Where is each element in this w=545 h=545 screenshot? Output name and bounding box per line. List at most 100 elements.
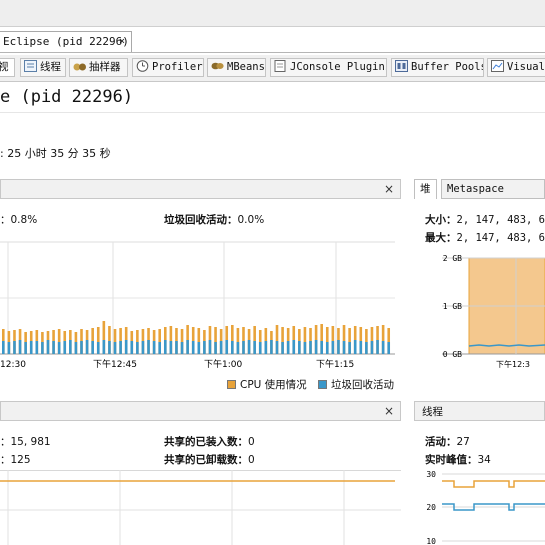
heap-max-label: 最大： — [425, 232, 457, 244]
gc-bar — [331, 341, 335, 354]
threads-live-label: 活动： — [425, 436, 457, 448]
tab-threads-label: 线程 — [40, 61, 61, 73]
tab-mbeans-label: MBeans — [227, 61, 265, 73]
window-top-strip — [0, 0, 545, 27]
gc-bar — [108, 341, 111, 354]
gc-bar — [314, 340, 318, 354]
gc-bar — [381, 341, 385, 354]
gc-bar — [325, 342, 329, 354]
threads-panel-header: 线程 — [414, 401, 545, 421]
gc-bar — [152, 341, 156, 354]
gc-bar — [96, 342, 100, 354]
shared-unloaded-row: 共享的已卸载数：0 — [164, 452, 255, 467]
gc-bar — [102, 340, 106, 354]
gc-bar — [63, 341, 67, 354]
close-icon[interactable]: × — [384, 182, 394, 196]
gc-bar — [85, 340, 89, 354]
gc-bar — [275, 341, 279, 354]
shared-loaded-row: 共享的已装入数：0 — [164, 434, 255, 449]
document-tab-label: Eclipse (pid 22296) — [3, 35, 129, 48]
gc-bar — [197, 342, 201, 354]
gc-bar — [342, 341, 346, 354]
threads-y-tick: 30 — [426, 470, 436, 479]
shared-loaded-value: 0 — [248, 436, 255, 448]
gc-bar — [169, 341, 173, 354]
gc-bar — [124, 340, 128, 354]
threads-panel-title: 线程 — [422, 406, 443, 418]
gc-bar — [236, 342, 240, 354]
tab-threads[interactable]: 线程 — [20, 58, 66, 77]
gc-bar — [337, 340, 340, 354]
tab-buffer-pools-label: Buffer Pools — [411, 61, 484, 73]
document-tab[interactable]: Eclipse (pid 22296) × — [0, 31, 132, 53]
threads-icon — [24, 60, 37, 72]
gc-bar — [191, 341, 195, 354]
gc-bar — [74, 342, 78, 354]
gc-bar — [258, 342, 262, 354]
gc-bar — [13, 341, 16, 354]
mbeans-icon — [211, 60, 224, 72]
cpu-x-tick: 下午1:00 — [204, 358, 242, 370]
gc-bar — [7, 342, 11, 354]
heap-y-tick: 1 GB — [443, 302, 462, 311]
close-icon[interactable]: × — [384, 404, 394, 418]
threads-live-row: 活动：27 — [425, 434, 470, 449]
cpu-chart: 12:30 下午12:45 下午1:00 下午1:15 — [0, 241, 395, 370]
threads-peak-value: 34 — [477, 454, 491, 466]
tab-jconsole-plugins-label: JConsole Plugins — [290, 61, 387, 73]
heap-size-label: 大小： — [425, 214, 457, 226]
tab-jconsole-plugins[interactable]: JConsole Plugins — [270, 58, 387, 77]
cpu-panel-header: × — [0, 179, 401, 199]
classes-unloaded-value: ：125 — [0, 454, 31, 466]
tab-overview-label: 视 — [0, 61, 9, 73]
page-title: e (pid 22296) — [0, 84, 545, 110]
cpu-x-tick: 12:30 — [0, 360, 26, 370]
threads-y-tick: 10 — [426, 537, 436, 545]
sampler-icon — [73, 60, 86, 72]
tab-sampler[interactable]: 抽样器 — [69, 58, 128, 77]
gc-bar — [113, 342, 117, 354]
gc-bar — [18, 340, 22, 354]
gc-bar — [359, 341, 363, 354]
legend-swatch-cpu — [227, 380, 236, 389]
tab-sampler-label: 抽样器 — [89, 61, 121, 73]
tab-profiler-label: Profiler — [152, 61, 203, 73]
threads-live-value: 27 — [456, 436, 470, 448]
gc-activity-label: 垃圾回收活动： — [164, 214, 238, 226]
gc-bar — [242, 341, 245, 354]
shared-unloaded-value: 0 — [248, 454, 255, 466]
tab-visual[interactable]: Visual — [487, 58, 545, 77]
threads-peak-row: 实时峰值：34 — [425, 452, 491, 467]
tab-mbeans[interactable]: MBeans — [207, 58, 266, 77]
gc-bar — [208, 340, 212, 354]
tab-visual-label: Visual — [507, 61, 545, 73]
gc-bar — [309, 341, 312, 354]
gc-bar — [136, 342, 139, 354]
gc-bar — [298, 341, 301, 354]
gc-bar — [80, 341, 83, 354]
heap-y-tick: 2 GB — [443, 254, 462, 263]
gc-bar — [175, 341, 178, 354]
gc-bar — [35, 341, 39, 354]
toolbar: 视 线程 抽样器 Profiler MBeans JConsole Plugin… — [0, 55, 545, 82]
tab-heap[interactable]: 堆 — [414, 179, 437, 199]
cpu-x-tick: 下午1:15 — [316, 358, 354, 370]
tab-profiler[interactable]: Profiler — [132, 58, 204, 77]
threads-peak-label: 实时峰值： — [425, 454, 478, 466]
gc-bar — [46, 340, 50, 354]
uptime-text: : 25 小时 35 分 35 秒 — [0, 147, 111, 160]
heap-max-row: 最大：2, 147, 483, 648 — [425, 230, 545, 245]
gc-bar — [365, 342, 368, 354]
gc-activity-value: 0.0% — [237, 214, 265, 226]
gc-activity-row: 垃圾回收活动：0.0% — [164, 212, 264, 227]
tab-buffer-pools[interactable]: Buffer Pools — [391, 58, 484, 77]
gc-bar — [225, 340, 229, 354]
gc-bar — [387, 342, 391, 354]
close-icon[interactable]: × — [119, 32, 125, 52]
tab-metaspace[interactable]: Metaspace — [441, 179, 545, 199]
tab-overview[interactable]: 视 — [0, 58, 15, 77]
gc-bar — [292, 340, 296, 354]
legend-gc-label: 垃圾回收活动 — [331, 379, 395, 391]
heap-max-value: 2, 147, 483, 648 — [456, 232, 545, 244]
tab-divider — [0, 52, 545, 53]
